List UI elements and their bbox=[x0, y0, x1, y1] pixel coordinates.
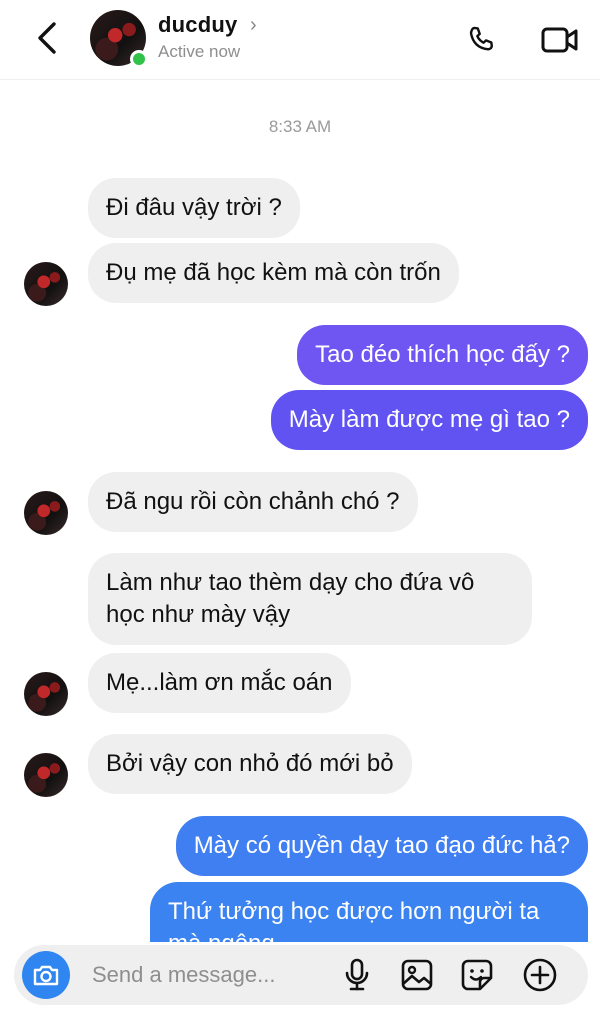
message-bubble-received[interactable]: Làm như tao thèm dạy cho đứa vô học như … bbox=[88, 553, 532, 645]
microphone-icon bbox=[345, 958, 369, 991]
message-bubble-received[interactable]: Đi đâu vậy trời ? bbox=[88, 178, 300, 238]
camera-icon bbox=[33, 965, 59, 986]
message-input[interactable] bbox=[92, 955, 332, 995]
message-bubble-received[interactable]: Đụ mẹ đã học kèm mà còn trốn bbox=[88, 243, 459, 303]
back-button[interactable] bbox=[30, 20, 66, 56]
message-bubble-sent[interactable]: Tao đéo thích học đấy ? bbox=[297, 325, 588, 385]
contact-status: Active now bbox=[158, 42, 241, 61]
sticker-icon bbox=[461, 959, 493, 991]
back-arrow-icon bbox=[38, 22, 56, 54]
sender-avatar bbox=[24, 491, 68, 535]
sender-avatar bbox=[24, 753, 68, 797]
message-line: mà ngông bbox=[168, 928, 570, 942]
more-button[interactable] bbox=[522, 957, 558, 993]
voice-call-button[interactable] bbox=[462, 20, 502, 60]
message-bubble-received[interactable]: Mẹ...làm ơn mắc oán bbox=[88, 653, 351, 713]
message-line: học như mày vậy bbox=[106, 601, 291, 628]
message-composer bbox=[14, 945, 588, 1005]
message-bubble-sent[interactable]: Mày có quyền dạy tao đạo đức hả? bbox=[175, 816, 588, 876]
video-camera-icon bbox=[541, 27, 578, 53]
sticker-button[interactable] bbox=[459, 957, 495, 993]
message-bubble-sent[interactable]: Thứ tưởng học được hơn người ta mà ngông bbox=[150, 882, 588, 942]
sender-avatar bbox=[24, 262, 68, 306]
contact-name[interactable]: ducduy bbox=[158, 12, 237, 38]
video-call-button[interactable] bbox=[538, 20, 582, 60]
message-line: Làm như tao thèm dạy cho đứa vô bbox=[106, 569, 475, 596]
sender-avatar bbox=[24, 672, 68, 716]
gallery-button[interactable] bbox=[399, 957, 435, 993]
microphone-button[interactable] bbox=[339, 957, 375, 993]
message-bubble-sent[interactable]: Mày làm được mẹ gì tao ? bbox=[270, 390, 588, 450]
message-timestamp: 8:33 AM bbox=[268, 117, 332, 136]
image-icon bbox=[401, 959, 433, 991]
chat-header: ducduy › Active now bbox=[0, 0, 600, 80]
contact-avatar[interactable] bbox=[90, 10, 148, 68]
plus-circle-icon bbox=[523, 958, 557, 992]
online-indicator bbox=[130, 50, 148, 68]
message-bubble-received[interactable]: Đã ngu rồi còn chảnh chó ? bbox=[88, 472, 418, 532]
phone-icon bbox=[469, 26, 493, 51]
chat-screen: ducduy › Active now 8:33 AM Đi đâu vậy t… bbox=[0, 0, 600, 1030]
chevron-right-icon[interactable]: › bbox=[250, 14, 257, 37]
camera-button[interactable] bbox=[22, 951, 70, 999]
message-bubble-received[interactable]: Bởi vậy con nhỏ đó mới bỏ bbox=[88, 734, 412, 794]
message-line: Thứ tưởng học được hơn người ta bbox=[168, 898, 540, 925]
